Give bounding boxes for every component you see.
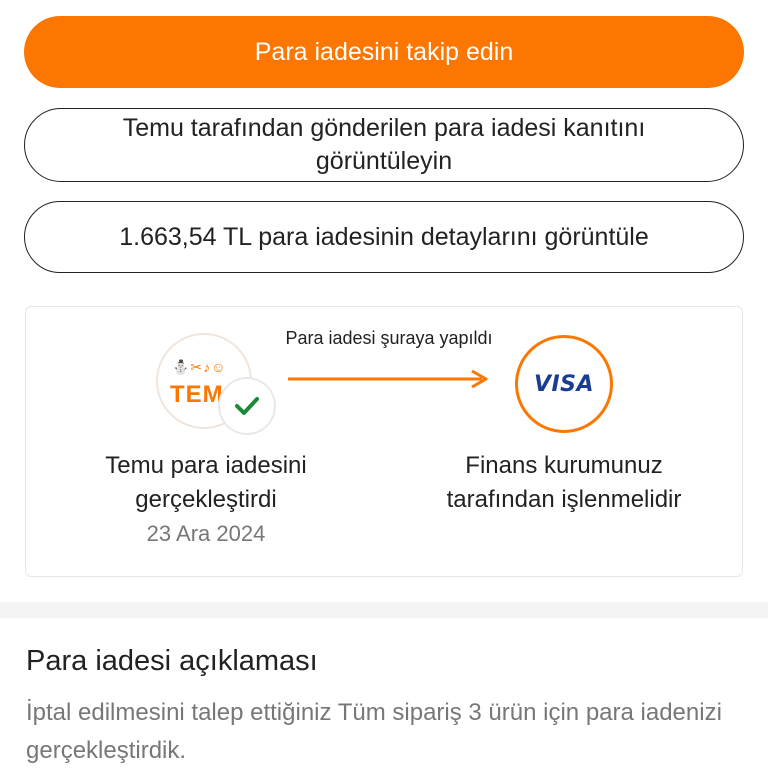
- bank-processing-status: Finans kurumunuz tarafından işlenmelidir: [446, 452, 682, 513]
- visa-logo: VISA: [515, 335, 613, 433]
- section-divider: [0, 602, 768, 618]
- view-refund-proof-button[interactable]: Temu tarafından gönderilen para iadesi k…: [24, 108, 744, 182]
- check-icon: [220, 379, 274, 433]
- track-refund-button[interactable]: Para iadesini takip edin: [24, 16, 744, 88]
- view-refund-details-label: 1.663,54 TL para iadesinin detaylarını g…: [119, 222, 649, 251]
- visa-logo-text: VISA: [533, 371, 595, 397]
- refund-date: 23 Ara 2024: [146, 521, 266, 546]
- temu-refund-status: Temu para iadesini gerçekleştirdi: [105, 452, 307, 513]
- arrow-right-icon: [288, 369, 492, 394]
- view-refund-proof-label: Temu tarafından gönderilen para iadesi k…: [122, 114, 646, 175]
- refund-flow-card: ⛄✂♪☺ TEM Para iadesi şuraya yapıldı VISA…: [25, 306, 743, 577]
- arrow-caption: Para iadesi şuraya yapıldı: [285, 328, 493, 348]
- explanation-body: İptal edilmesini talep ettiğiniz Tüm sip…: [26, 699, 722, 764]
- temu-logo-text: TEM: [170, 381, 224, 408]
- explanation-title: Para iadesi açıklaması: [26, 645, 318, 677]
- track-refund-label: Para iadesini takip edin: [254, 37, 514, 66]
- temu-logo-glyphs: ⛄✂♪☺: [172, 359, 227, 375]
- view-refund-details-button[interactable]: 1.663,54 TL para iadesinin detaylarını g…: [24, 201, 744, 273]
